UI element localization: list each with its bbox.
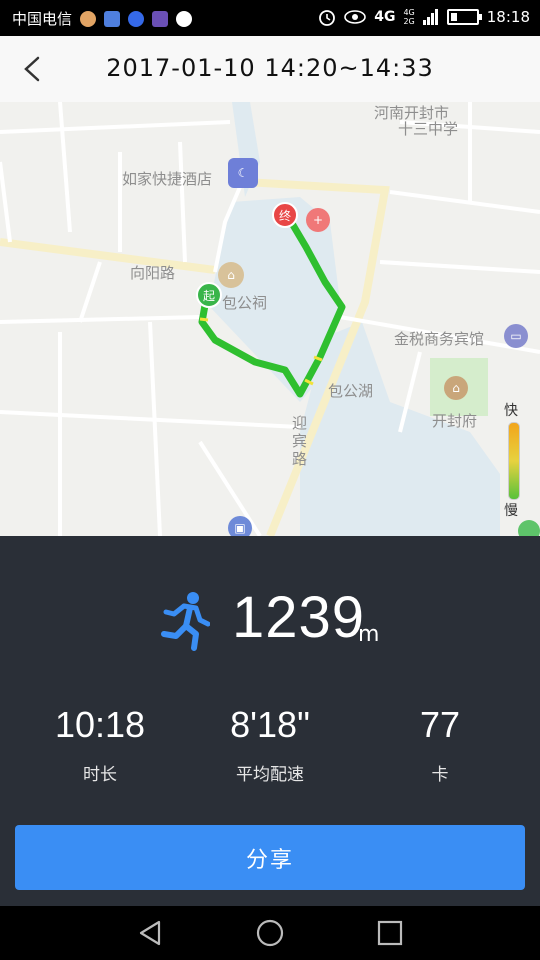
map-canvas — [0, 102, 540, 536]
map-label-bao-temple: 包公祠 — [222, 294, 268, 312]
distance-unit: m — [358, 622, 380, 647]
hotel-bed-icon[interactable]: ▭ — [504, 324, 528, 348]
green-poi-icon[interactable] — [518, 520, 540, 536]
map-label-school-2: 十三中学 — [398, 120, 459, 138]
bus-icon[interactable]: ▣ — [228, 516, 252, 536]
duration-label: 时长 — [83, 765, 117, 785]
alarm-icon — [319, 10, 336, 26]
network-dual: 4G 2G — [403, 8, 414, 26]
app-header: 2017-01-10 14:20~14:33 — [0, 36, 540, 102]
calories-value: 77 — [419, 704, 461, 745]
page-title: 2017-01-10 14:20~14:33 — [106, 54, 434, 82]
map-label-hotel: 如家快捷酒店 — [122, 170, 213, 188]
status-left: 中国电信 — [12, 8, 193, 29]
circle-home-icon[interactable] — [255, 918, 285, 948]
pace-stat: 8'18" 平均配速 — [180, 704, 360, 785]
route-map[interactable]: 河南开封市 十三中学 如家快捷酒店 向阳路 包公祠 包公湖 金税商务宾馆 开封府… — [0, 102, 540, 536]
map-label-xiangyang-road: 向阳路 — [130, 264, 176, 282]
pace-label: 平均配速 — [236, 765, 304, 785]
status-bar: 中国电信 4G 4G 2G 18:18 — [0, 0, 540, 36]
clock: 18:18 — [486, 8, 530, 26]
system-nav-bar — [0, 906, 540, 960]
signal-icon — [422, 9, 438, 25]
duration-stat: 10:18 时长 — [10, 704, 190, 785]
distance-value: 1239 — [232, 585, 366, 650]
palace-icon[interactable]: ⌂ — [444, 376, 468, 400]
pace-value: 8'18" — [230, 704, 310, 745]
map-label-bao-lake: 包公湖 — [328, 382, 374, 400]
hotel-moon-icon[interactable]: ☾ — [228, 158, 258, 188]
network-bottom: 2G — [403, 17, 415, 26]
triangle-back-icon[interactable] — [135, 918, 165, 948]
route-slow-marker — [199, 317, 209, 322]
share-button[interactable]: 分享 — [15, 825, 525, 890]
speed-legend: 快 慢 — [500, 400, 528, 520]
network-top: 4G — [403, 8, 415, 17]
shield-app-icon — [104, 10, 121, 27]
legend-fast-label: 快 — [504, 403, 518, 419]
status-right: 4G 4G 2G 18:18 — [318, 8, 530, 26]
duration-value: 10:18 — [54, 704, 146, 745]
route-end-marker[interactable]: 终 — [272, 202, 298, 228]
basketball-app-icon — [80, 10, 97, 27]
legend-slow-label: 慢 — [504, 503, 518, 519]
route-start-marker[interactable]: 起 — [196, 282, 222, 308]
color-app-icon — [176, 10, 193, 27]
network-type: 4G — [374, 9, 396, 25]
battery-icon — [446, 9, 482, 25]
square-recent-icon[interactable] — [375, 918, 405, 948]
eye-icon — [344, 10, 367, 24]
speed-gradient-bar — [508, 422, 520, 500]
temple-icon[interactable]: ⌂ — [218, 262, 244, 288]
map-label-yingbin-road: 迎宾路 — [292, 414, 308, 468]
chevron-app-icon — [128, 10, 145, 27]
gallery-app-icon — [152, 10, 169, 27]
calories-label: 卡 — [431, 765, 449, 785]
running-person-icon — [161, 592, 210, 651]
hospital-icon[interactable]: + — [306, 208, 330, 232]
calories-stat: 77 卡 — [350, 704, 530, 785]
carrier-label: 中国电信 — [12, 10, 73, 28]
map-label-jinshui-hotel: 金税商务宾馆 — [394, 330, 485, 348]
map-label-kaifeng-fu: 开封府 — [432, 412, 478, 430]
